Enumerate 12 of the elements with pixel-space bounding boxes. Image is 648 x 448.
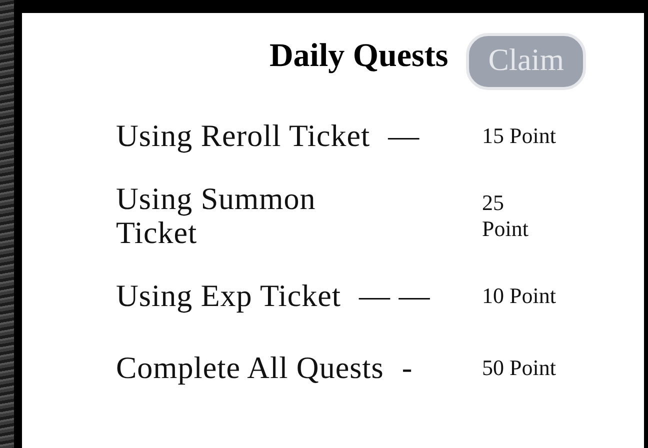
dash-mark: — —: [359, 279, 430, 314]
panel-title: Daily Quests: [269, 38, 448, 76]
quest-points: 10 Point: [482, 283, 556, 310]
quest-name: Using Summon Ticket: [116, 182, 317, 250]
quest-name: Using Reroll Ticket: [116, 118, 370, 154]
quest-points: 25 Point: [482, 190, 530, 242]
quest-name: Complete All Quests: [116, 351, 384, 386]
quest-points: 50 Point: [482, 355, 556, 382]
dash-mark: —: [388, 118, 420, 154]
quest-name: Using Exp Ticket: [116, 279, 342, 314]
quest-points: 15 Point: [482, 123, 556, 149]
dash-mark: -: [402, 351, 413, 386]
